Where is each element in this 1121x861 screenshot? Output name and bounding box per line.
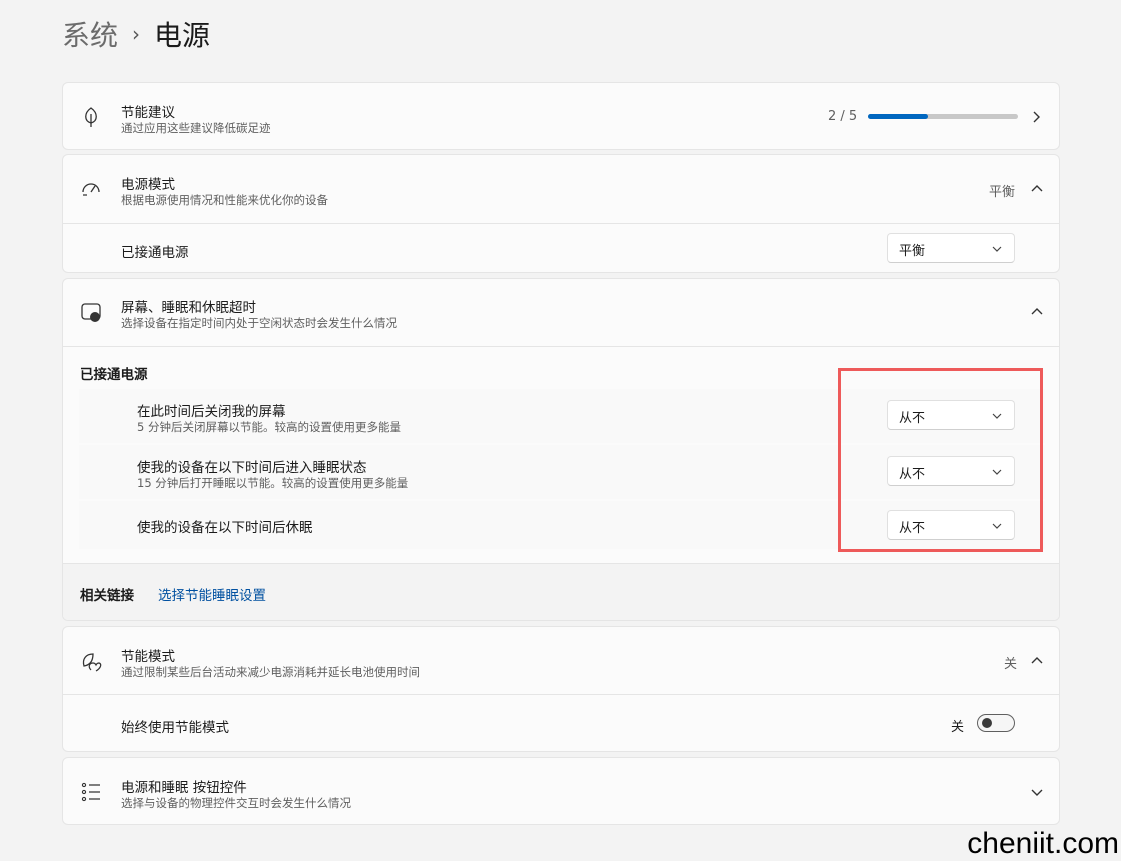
screen-moon-icon (81, 303, 101, 322)
battery-saver-toggle[interactable] (977, 714, 1015, 732)
screen-sleep-header[interactable]: 屏幕、睡眠和休眠超时 选择设备在指定时间内处于空闲状态时会发生什么情况 (63, 279, 1059, 346)
chevron-down-icon (992, 246, 1002, 252)
chevron-right-icon[interactable] (1030, 110, 1044, 124)
highlight-box (838, 368, 1043, 552)
hibernate-title: 使我的设备在以下时间后休眠 (137, 520, 313, 536)
power-mode-card: 电源模式 根据电源使用情况和性能来优化你的设备 平衡 已接通电源 平衡 (62, 154, 1060, 273)
toggle-knob (982, 718, 992, 728)
power-mode-header[interactable]: 电源模式 根据电源使用情况和性能来优化你的设备 平衡 (63, 155, 1059, 223)
battery-saver-toggle-state: 关 (951, 720, 965, 735)
power-mode-title: 电源模式 (121, 177, 175, 193)
chevron-up-icon[interactable] (1030, 182, 1044, 196)
battery-saver-card: 节能模式 通过限制某些后台活动来减少电源消耗并延长电池使用时间 关 始终使用节能… (62, 626, 1060, 752)
power-mode-dropdown[interactable]: 平衡 (887, 233, 1015, 263)
energy-tips-subtitle: 通过应用这些建议降低碳足迹 (121, 121, 271, 135)
button-controls-card[interactable]: 电源和睡眠 按钮控件 选择与设备的物理控件交互时会发生什么情况 (62, 757, 1060, 825)
gauge-icon (82, 183, 100, 196)
power-mode-dropdown-value: 平衡 (899, 244, 926, 259)
divider (63, 223, 1059, 224)
sleep-subtitle: 15 分钟后打开睡眠以节能。较高的设置使用更多能量 (137, 476, 409, 490)
breadcrumb-parent[interactable]: 系统 (62, 14, 118, 54)
power-mode-plugged-label: 已接通电源 (121, 245, 189, 261)
related-links-row: 相关链接 选择节能睡眠设置 (63, 563, 1059, 620)
power-mode-subtitle: 根据电源使用情况和性能来优化你的设备 (121, 193, 328, 207)
button-controls-subtitle: 选择与设备的物理控件交互时会发生什么情况 (121, 796, 351, 810)
battery-saver-header[interactable]: 节能模式 通过限制某些后台活动来减少电源消耗并延长电池使用时间 关 (63, 627, 1059, 694)
energy-tips-card[interactable]: 节能建议 通过应用这些建议降低碳足迹 2 / 5 (62, 82, 1060, 150)
energy-tips-title: 节能建议 (121, 105, 175, 121)
battery-saver-title: 节能模式 (121, 649, 175, 665)
sleep-title: 使我的设备在以下时间后进入睡眠状态 (137, 460, 367, 476)
leaf-icon (85, 107, 97, 127)
chevron-up-icon[interactable] (1030, 305, 1044, 319)
screen-off-subtitle: 5 分钟后关闭屏幕以节能。较高的设置使用更多能量 (137, 420, 401, 434)
chevron-down-icon[interactable] (1030, 785, 1044, 799)
energy-tips-progress-fill (868, 114, 928, 119)
power-mode-current-value: 平衡 (989, 185, 1016, 200)
breadcrumb-separator: › (132, 22, 141, 46)
battery-saver-always-label: 始终使用节能模式 (121, 720, 229, 736)
related-links-label: 相关链接 (80, 588, 134, 604)
energy-tips-progress-bar (868, 114, 1018, 119)
energy-tips-progress-text: 2 / 5 (828, 109, 858, 124)
page-title: 电源 (154, 19, 211, 52)
screen-sleep-section-label: 已接通电源 (80, 367, 148, 383)
screen-sleep-subtitle: 选择设备在指定时间内处于空闲状态时会发生什么情况 (121, 316, 397, 330)
leaf-heart-icon (82, 653, 102, 672)
screen-off-title: 在此时间后关闭我的屏幕 (137, 404, 286, 420)
list-icon (81, 782, 100, 802)
watermark: cheniit.com (967, 827, 1119, 860)
battery-saver-state: 关 (1004, 657, 1018, 672)
breadcrumb: 系统 › 电源 (62, 12, 210, 56)
chevron-up-icon[interactable] (1030, 654, 1044, 668)
battery-saver-subtitle: 通过限制某些后台活动来减少电源消耗并延长电池使用时间 (121, 665, 420, 679)
screen-sleep-title: 屏幕、睡眠和休眠超时 (121, 300, 256, 316)
button-controls-title: 电源和睡眠 按钮控件 (121, 780, 247, 796)
divider (63, 346, 1059, 347)
energy-sleep-settings-link[interactable]: 选择节能睡眠设置 (158, 584, 266, 604)
divider (63, 694, 1059, 695)
